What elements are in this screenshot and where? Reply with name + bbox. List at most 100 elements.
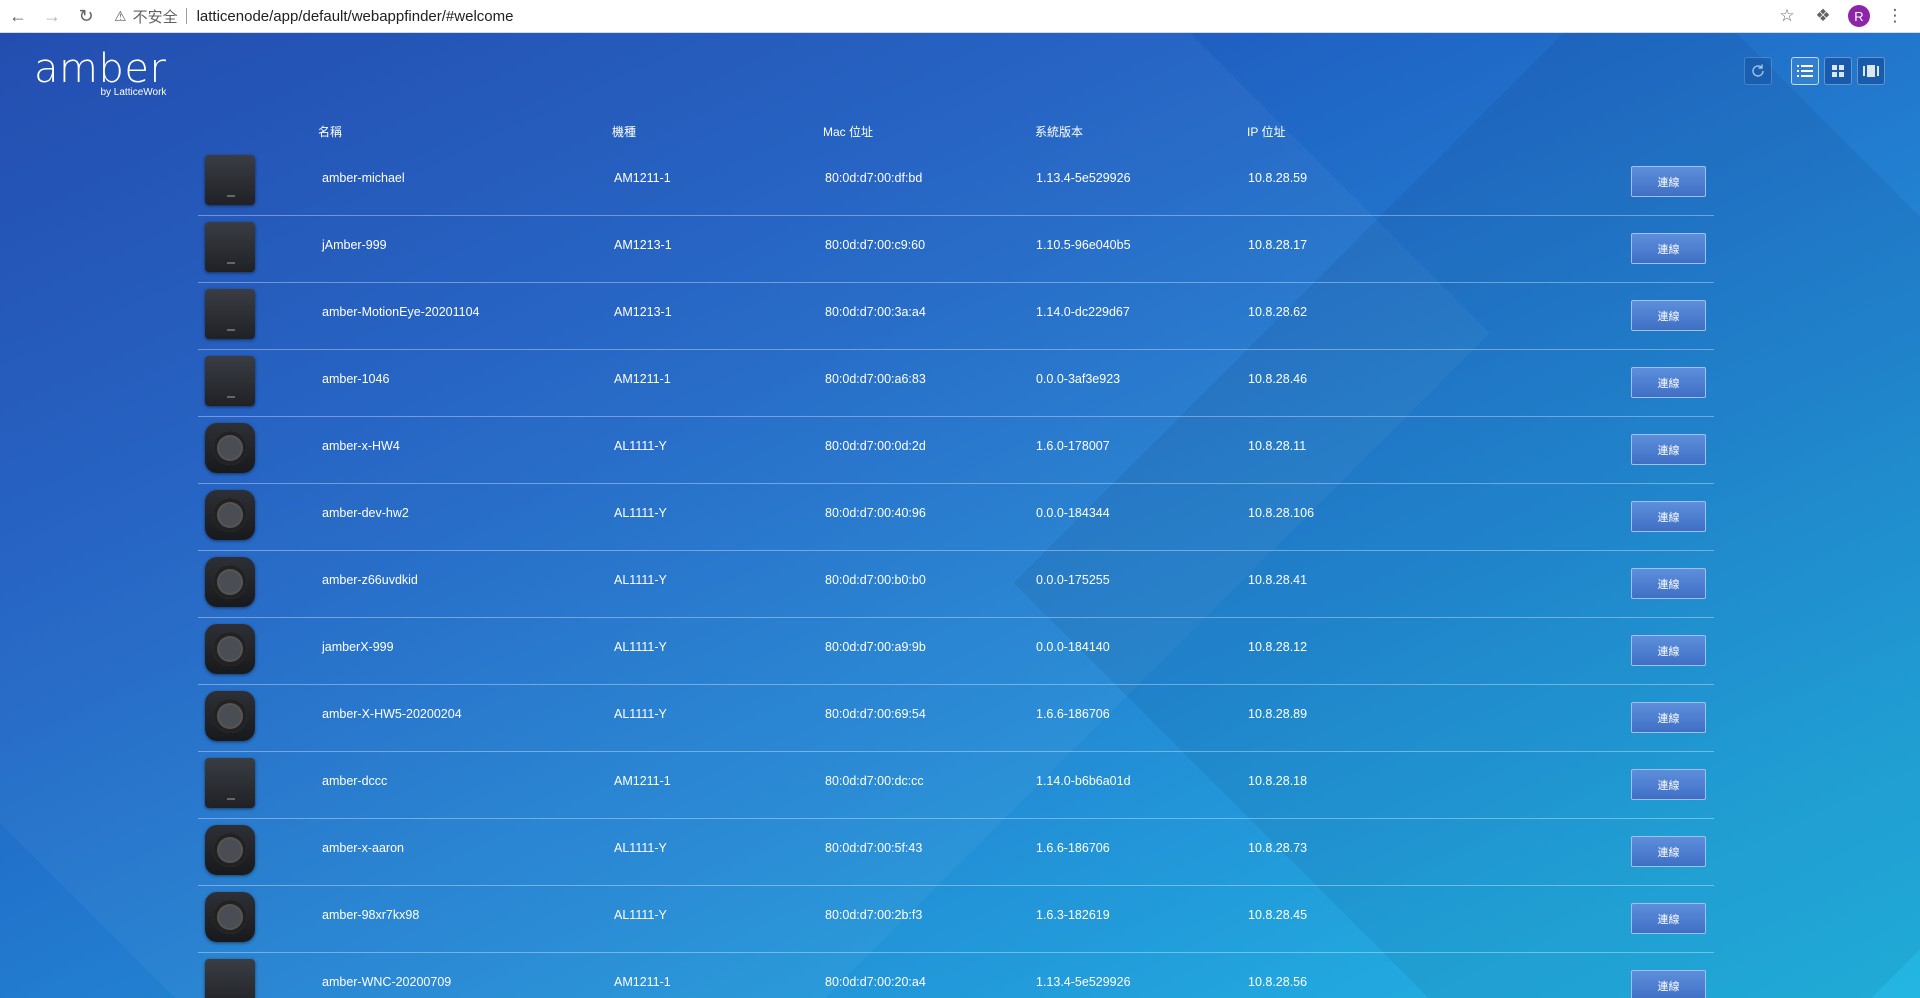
device-ip: 10.8.28.41 [1248,573,1308,587]
address-bar[interactable]: ⚠ 不安全 latticenode/app/default/webappfind… [114,3,513,29]
connect-button[interactable]: 連線 [1631,702,1706,733]
connect-button[interactable]: 連線 [1631,233,1706,264]
device-model: AM1211-1 [614,975,671,989]
extensions-puzzle-icon[interactable]: ❖ [1812,6,1834,26]
profile-avatar[interactable]: R [1848,5,1870,27]
list-view-icon [1797,65,1813,77]
device-thumbnail [205,892,255,942]
connect-button[interactable]: 連線 [1631,970,1706,998]
column-header-mac: Mac 位址 [823,125,874,139]
device-thumbnail [205,490,255,540]
device-thumbnail [205,289,255,339]
card-view-icon [1863,65,1879,77]
warning-icon: ⚠ [114,7,127,24]
device-thumbnail [205,691,255,741]
connect-button[interactable]: 連線 [1631,903,1706,934]
device-image [205,490,255,540]
device-mac: 80:0d:d7:00:40:96 [825,506,926,520]
device-model: AL1111-Y [614,841,667,855]
device-ip: 10.8.28.46 [1248,372,1308,386]
logo-main-text: amber [34,46,167,92]
connect-button[interactable]: 連線 [1631,367,1706,398]
device-model: AM1211-1 [614,372,671,386]
device-mac: 80:0d:d7:00:a6:83 [825,372,926,386]
device-thumbnail [205,825,255,875]
device-model: AM1211-1 [614,774,671,788]
device-speaker-ring [213,833,247,867]
table-row: amber-MotionEye-20201104 AM1213-1 80:0d:d7… [198,283,1714,350]
table-row: amber-WNC-20200709 AM1211-1 80:0d:d7:00:20… [198,953,1714,998]
device-thumbnail [205,356,255,406]
device-mac: 80:0d:d7:00:b0:b0 [825,573,926,587]
device-version: 1.14.0-dc229d67 [1036,305,1130,319]
forward-icon[interactable]: → [36,2,68,30]
device-model: AL1111-Y [614,506,667,520]
connect-button[interactable]: 連線 [1631,434,1706,465]
device-ip: 10.8.28.106 [1248,506,1315,520]
device-model: AL1111-Y [614,573,667,587]
device-name: amber-98xr7kx98 [322,908,420,922]
bookmark-star-icon[interactable]: ☆ [1776,6,1798,26]
device-speaker-ring [213,431,247,465]
device-image [205,691,255,741]
device-version: 1.6.3-182619 [1036,908,1110,922]
device-name: amber-x-aaron [322,841,404,855]
device-model: AM1213-1 [614,305,672,319]
device-thumbnail [205,624,255,674]
list-view-button[interactable] [1791,57,1819,85]
column-header-model: 機種 [612,125,637,139]
device-mac: 80:0d:d7:00:69:54 [825,707,926,721]
table-row: jamberX-999 AL1111-Y 80:0d:d7:00:a9:9b 0.0.… [198,618,1714,685]
device-mac: 80:0d:d7:00:c9:60 [825,238,926,252]
connect-button[interactable]: 連線 [1631,769,1706,800]
device-model: AM1211-1 [614,171,671,185]
device-model: AL1111-Y [614,640,667,654]
connect-button[interactable]: 連線 [1631,836,1706,867]
device-ip: 10.8.28.89 [1248,707,1308,721]
grid-view-icon [1832,65,1844,77]
device-thumbnail [205,423,255,473]
table-row: amber-x-HW4 AL1111-Y 80:0d:d7:00:0d:2d 1.6.… [198,417,1714,484]
reload-icon[interactable]: ↻ [70,2,102,30]
device-version: 1.10.5-96e040b5 [1036,238,1131,252]
grid-view-button[interactable] [1824,57,1852,85]
device-image [205,356,255,406]
device-ip: 10.8.28.59 [1248,171,1308,185]
table-row: amber-x-aaron AL1111-Y 80:0d:d7:00:5f:43 1.… [198,819,1714,886]
device-image [205,825,255,875]
column-header-version: 系統版本 [1035,125,1084,139]
connect-button[interactable]: 連線 [1631,501,1706,532]
url-text[interactable]: latticenode/app/default/webappfinder/#we… [197,8,514,25]
connect-button[interactable]: 連線 [1631,568,1706,599]
device-name: jAmber-999 [322,238,387,252]
refresh-button[interactable] [1744,57,1772,85]
device-mac: 80:0d:d7:00:dc:cc [825,774,924,788]
app-main: amber by LatticeWork 名稱 機種 Mac 位址 系統版本 I… [0,33,1920,998]
browser-menu-icon[interactable]: ⋮ [1884,6,1906,26]
device-speaker-ring [213,565,247,599]
browser-toolbar: ← → ↻ ⚠ 不安全 latticenode/app/default/weba… [0,0,1920,33]
table-row: amber-1046 AM1211-1 80:0d:d7:00:a6:83 0.0.0… [198,350,1714,417]
device-name: amber-1046 [322,372,390,386]
device-image [205,289,255,339]
device-name: amber-dccc [322,774,388,788]
card-view-button[interactable] [1857,57,1885,85]
table-row: amber-dccc AM1211-1 80:0d:d7:00:dc:cc 1.14.… [198,752,1714,819]
device-ip: 10.8.28.73 [1248,841,1308,855]
device-speaker-ring [213,699,247,733]
back-icon[interactable]: ← [2,2,34,30]
device-thumbnail [205,959,255,998]
device-version: 1.14.0-b6b6a01d [1036,774,1131,788]
device-thumbnail [205,758,255,808]
device-version: 1.6.6-186706 [1036,707,1110,721]
address-separator [185,8,187,24]
connect-button[interactable]: 連線 [1631,166,1706,197]
device-image [205,155,255,205]
connect-button[interactable]: 連線 [1631,635,1706,666]
connect-button[interactable]: 連線 [1631,300,1706,331]
device-name: amber-dev-hw2 [322,506,409,520]
column-header-ip: IP 位址 [1247,125,1286,139]
device-model: AL1111-Y [614,908,667,922]
device-image [205,758,255,808]
device-model: AL1111-Y [614,439,667,453]
